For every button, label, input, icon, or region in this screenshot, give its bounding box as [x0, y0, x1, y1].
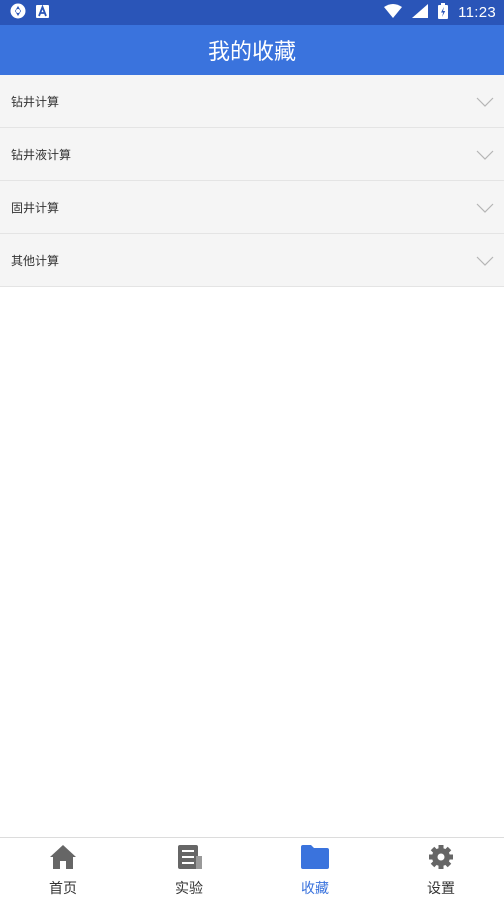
folder-icon	[300, 844, 330, 874]
nav-experiment[interactable]: 实验	[126, 838, 252, 897]
nav-label: 实验	[175, 881, 203, 897]
home-icon	[49, 844, 77, 874]
list-item-label: 钻井液计算	[11, 147, 72, 162]
chevron-down-icon	[476, 145, 494, 164]
signal-icon	[412, 3, 429, 22]
list-item-label: 固井计算	[11, 200, 60, 215]
list-item-other-calc[interactable]: 其他计算	[0, 234, 504, 287]
nav-label: 首页	[49, 881, 77, 897]
status-time: 11:23	[458, 4, 496, 21]
list-item-label: 钻井计算	[11, 94, 60, 109]
nav-favorites[interactable]: 收藏	[252, 838, 378, 897]
chevron-down-icon	[476, 198, 494, 217]
favorites-list: 钻井计算 钻井液计算 固井计算 其他计算	[0, 75, 504, 287]
nav-label: 设置	[427, 881, 455, 897]
bottom-nav: 首页 实验 收藏 设置	[0, 837, 504, 897]
gear-icon	[427, 844, 455, 874]
list-item-cementing-calc[interactable]: 固井计算	[0, 181, 504, 234]
nav-settings[interactable]: 设置	[378, 838, 504, 897]
list-document-icon	[174, 844, 204, 874]
wifi-icon	[384, 3, 403, 22]
chevron-down-icon	[476, 251, 494, 270]
status-bar: 11:23	[0, 0, 504, 25]
page-title: 我的收藏	[207, 40, 296, 65]
sync-icon	[10, 3, 26, 23]
font-a-icon	[36, 3, 49, 22]
chevron-down-icon	[476, 92, 494, 111]
list-item-drilling-fluid-calc[interactable]: 钻井液计算	[0, 128, 504, 181]
nav-label: 收藏	[301, 881, 329, 897]
nav-home[interactable]: 首页	[0, 838, 126, 897]
battery-icon	[438, 2, 449, 23]
list-item-label: 其他计算	[11, 253, 60, 268]
list-item-drilling-calc[interactable]: 钻井计算	[0, 75, 504, 128]
app-bar: 我的收藏	[0, 25, 504, 75]
